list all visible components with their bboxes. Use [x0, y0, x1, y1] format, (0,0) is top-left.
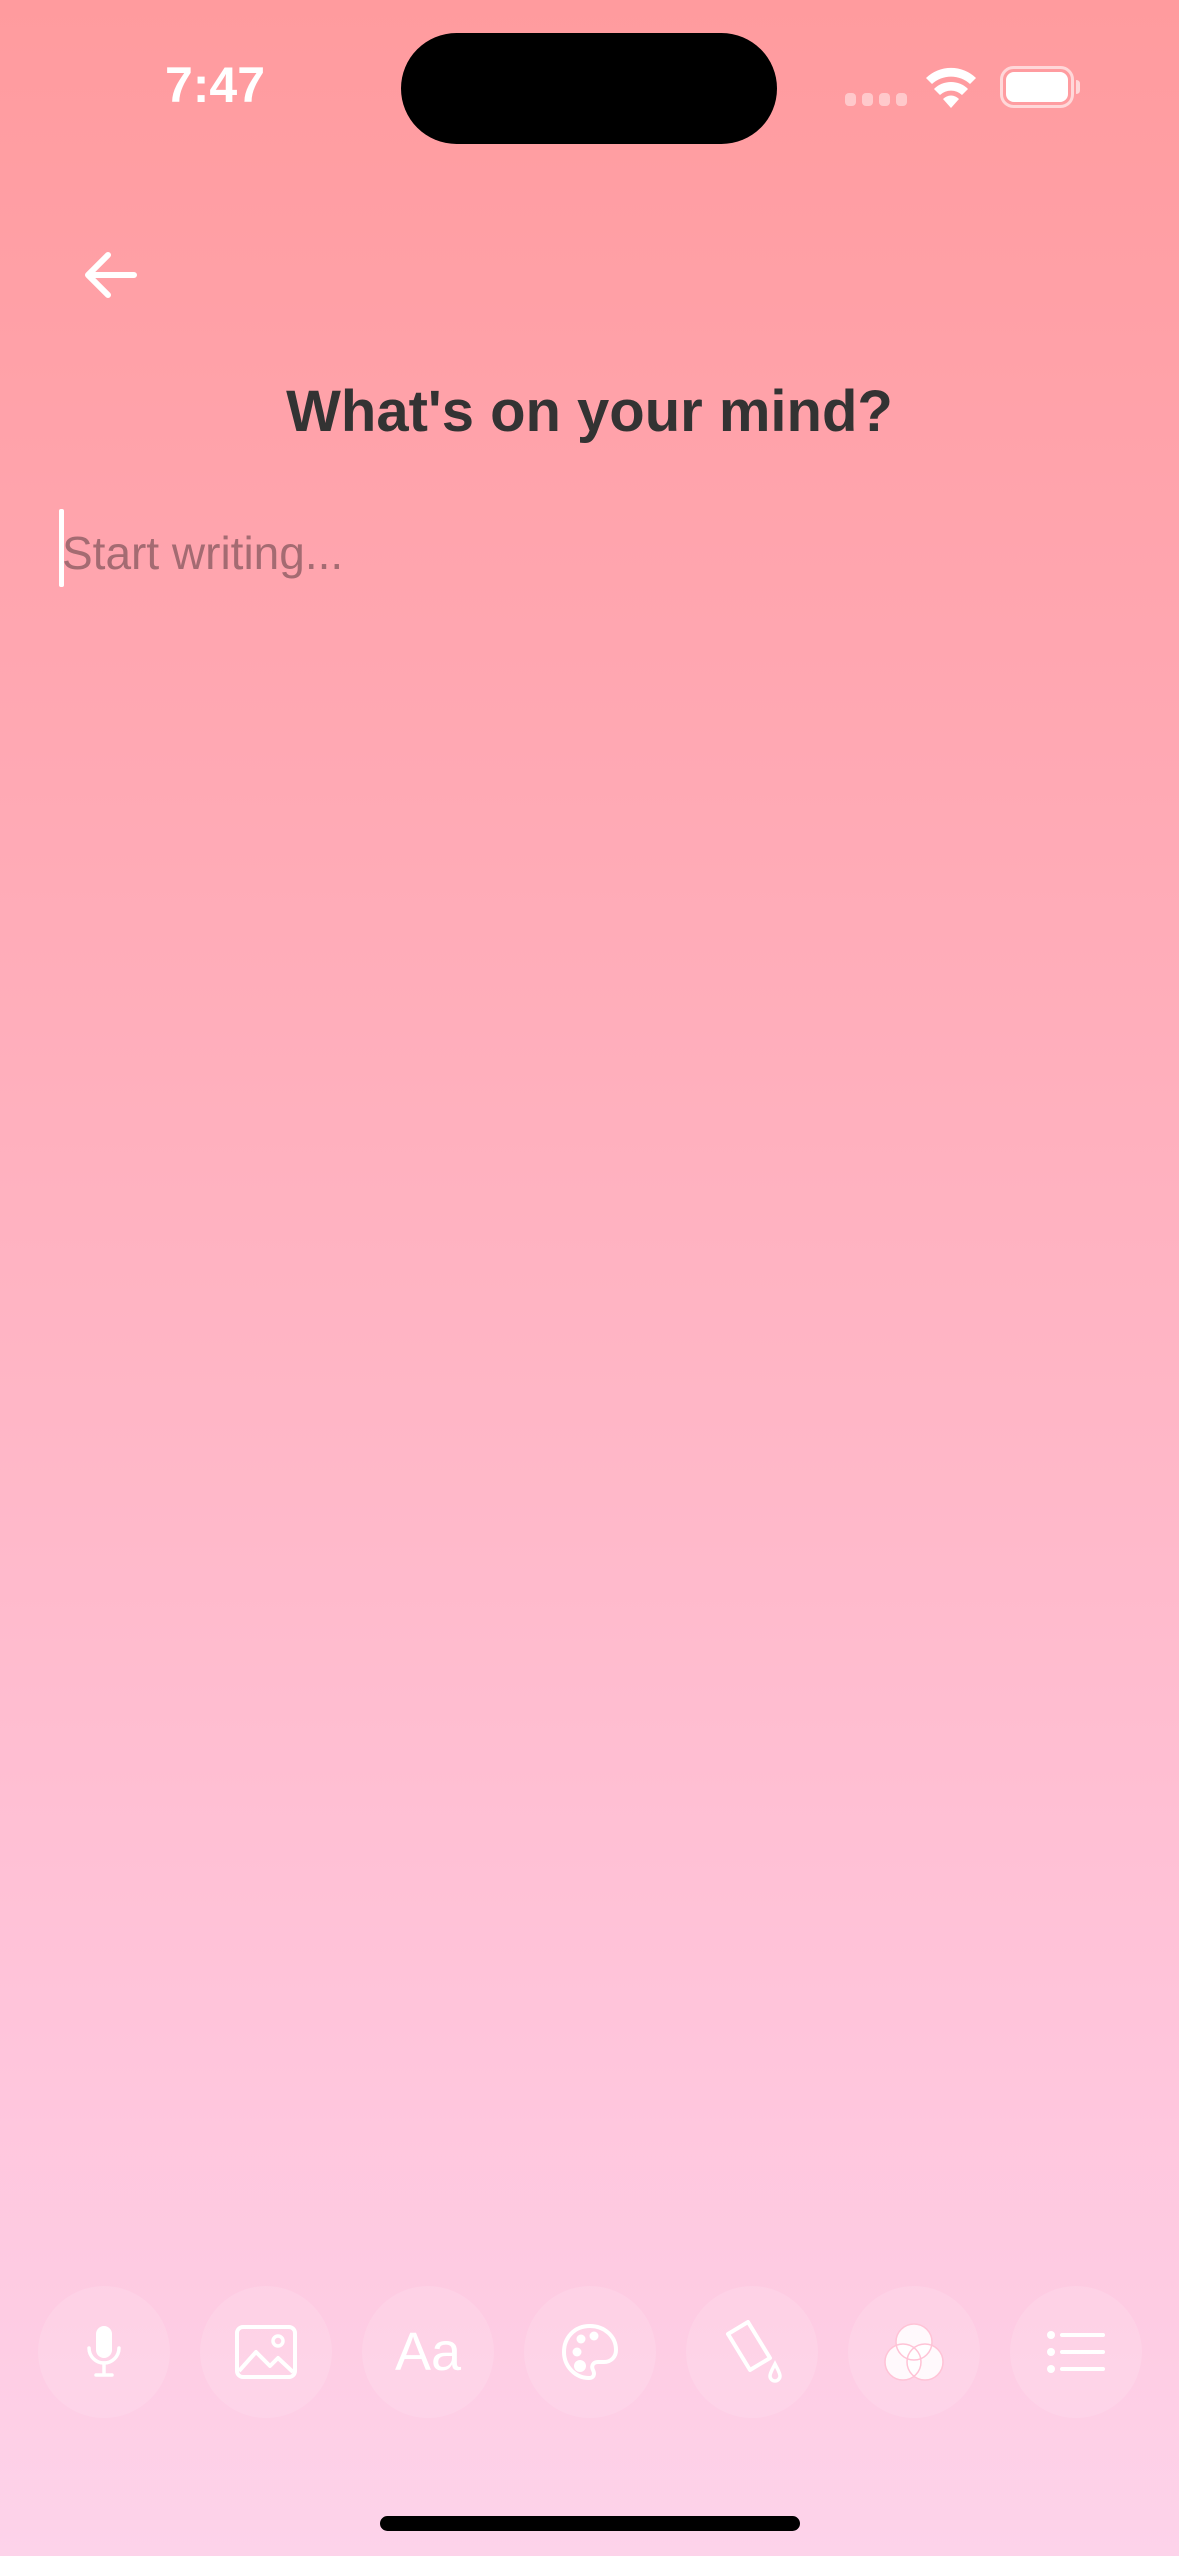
add-image-button[interactable] [200, 2286, 332, 2418]
svg-text:Aa: Aa [395, 2322, 462, 2382]
journal-text-editor[interactable] [58, 510, 1122, 2110]
palette-button[interactable] [524, 2286, 656, 2418]
microphone-button[interactable] [38, 2286, 170, 2418]
list-button[interactable] [1010, 2286, 1142, 2418]
image-icon [235, 2325, 297, 2379]
paint-bucket-icon [726, 2320, 782, 2383]
palette-icon [562, 2324, 618, 2380]
text-format-button[interactable]: Aa [362, 2286, 494, 2418]
dynamic-island [401, 33, 777, 144]
status-time: 7:47 [164, 57, 266, 113]
list-icon [1047, 2331, 1105, 2373]
page-title: What's on your mind? [286, 379, 893, 444]
text-cursor [59, 509, 64, 587]
arrow-left-icon [85, 252, 137, 298]
color-filter-button[interactable] [848, 2286, 980, 2418]
battery-icon [1000, 66, 1080, 108]
home-indicator[interactable] [380, 2516, 800, 2531]
text-format-icon: Aa [395, 2322, 462, 2382]
background-fill-button[interactable] [686, 2286, 818, 2418]
formatting-toolbar: Aa [38, 2286, 1143, 2418]
color-filter-icon [884, 2323, 944, 2381]
wifi-icon [926, 67, 976, 108]
back-button[interactable] [60, 225, 160, 325]
microphone-icon [87, 2326, 121, 2377]
cellular-signal-icon [845, 93, 907, 107]
